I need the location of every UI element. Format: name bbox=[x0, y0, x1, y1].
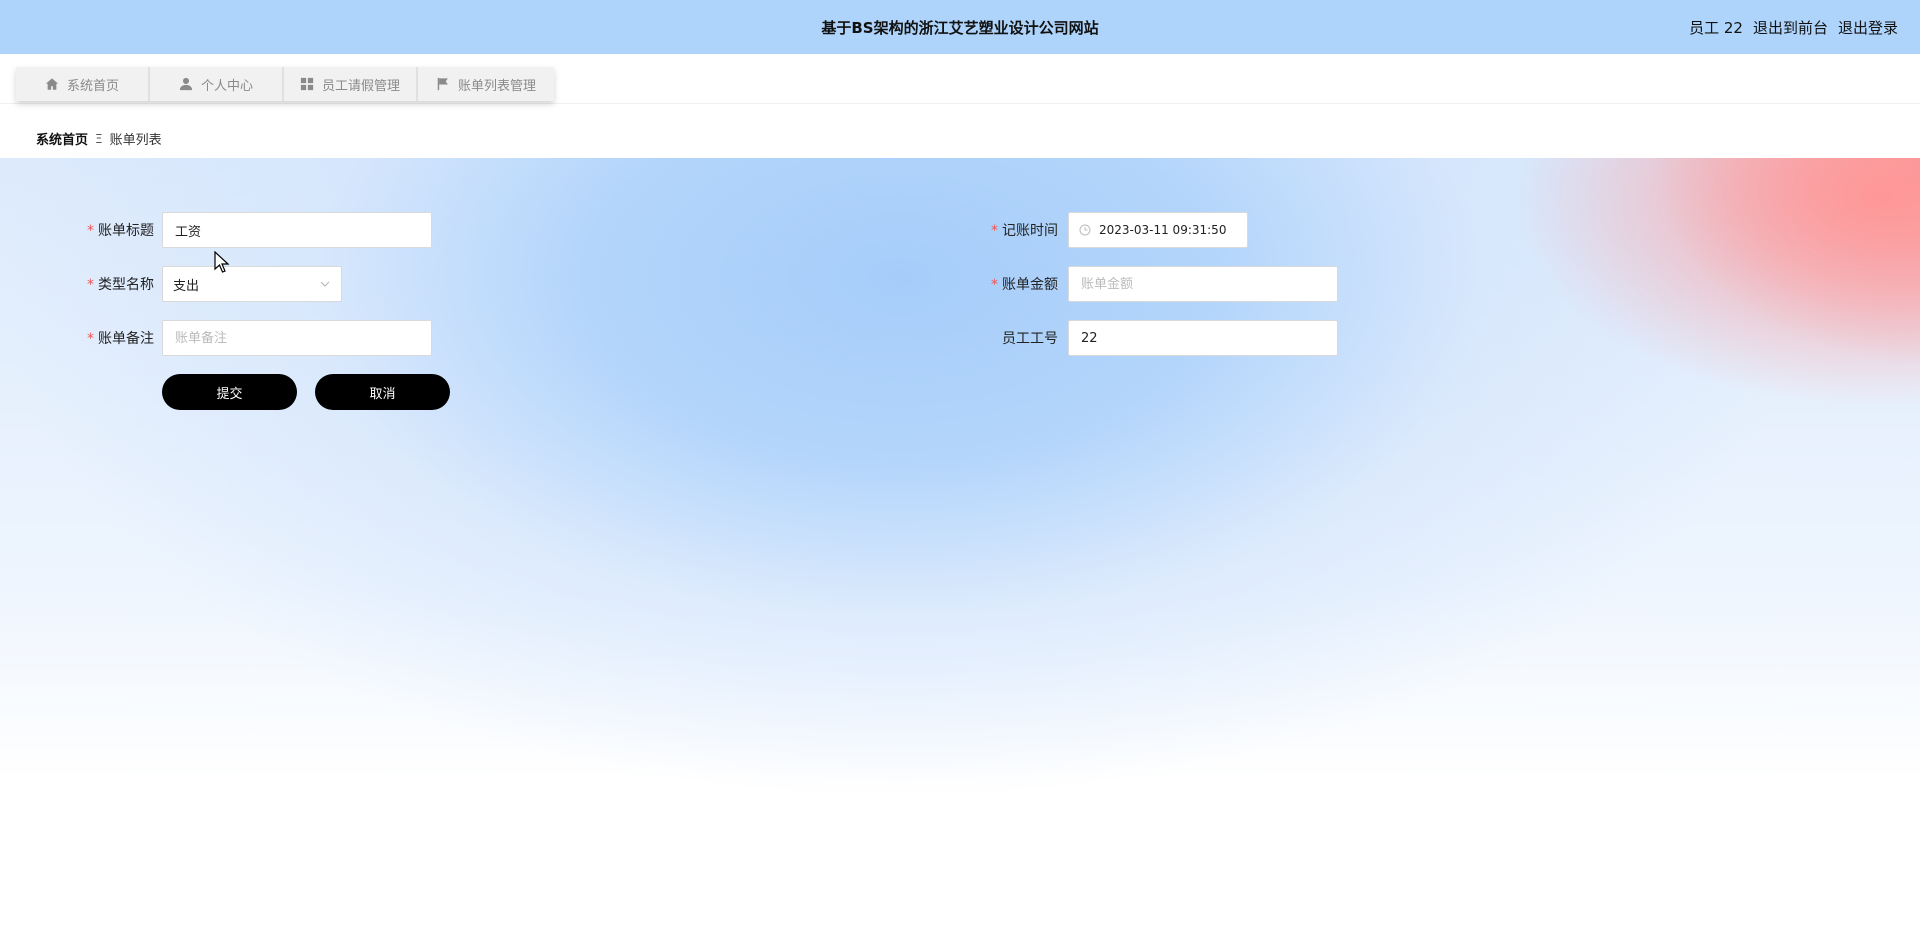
site-title: 基于BS架构的浙江艾艺塑业设计公司网站 bbox=[821, 19, 1099, 37]
nav-tabs: 系统首页 个人中心 员工请假管理 账单列表管理 bbox=[16, 67, 554, 101]
staff-id-row: 员工工号 bbox=[984, 320, 1338, 356]
amount-label: * 账单金额 bbox=[991, 277, 1058, 293]
tab-home-label: 系统首页 bbox=[66, 78, 119, 94]
tab-personal-center[interactable]: 个人中心 bbox=[150, 67, 284, 101]
tab-home[interactable]: 系统首页 bbox=[16, 67, 150, 101]
tab-bill-management-label: 账单列表管理 bbox=[457, 78, 536, 94]
breadcrumb-separator: Ξ bbox=[95, 131, 103, 146]
type-select[interactable]: 支出 bbox=[162, 266, 342, 302]
staff-id-input[interactable] bbox=[1068, 320, 1338, 356]
cancel-button[interactable]: 取消 bbox=[315, 374, 450, 410]
clock-icon bbox=[1079, 224, 1091, 236]
mouse-cursor-icon bbox=[214, 251, 230, 273]
type-select-value: 支出 bbox=[173, 278, 200, 294]
record-time-value: 2023-03-11 09:31:50 bbox=[1099, 223, 1227, 237]
record-time-row: * 记账时间 2023-03-11 09:31:50 bbox=[984, 212, 1248, 248]
staff-id-label: 员工工号 bbox=[1002, 331, 1058, 347]
back-to-front-link[interactable]: 退出到前台 bbox=[1753, 17, 1828, 38]
record-time-label: * 记账时间 bbox=[991, 223, 1058, 239]
bill-title-input[interactable] bbox=[162, 212, 432, 248]
type-row: * 类型名称 支出 bbox=[84, 266, 342, 302]
home-icon bbox=[45, 78, 59, 90]
breadcrumb-current: 账单列表 bbox=[109, 133, 162, 148]
breadcrumb: 系统首页 Ξ 账单列表 bbox=[36, 129, 162, 149]
user-icon bbox=[179, 77, 193, 91]
bill-title-row: * 账单标题 bbox=[84, 212, 432, 248]
note-row: * 账单备注 bbox=[84, 320, 432, 356]
amount-input[interactable] bbox=[1068, 266, 1338, 302]
breadcrumb-home[interactable]: 系统首页 bbox=[36, 129, 88, 148]
submit-button[interactable]: 提交 bbox=[162, 374, 297, 410]
note-input[interactable] bbox=[162, 320, 432, 356]
note-label: * 账单备注 bbox=[87, 331, 154, 347]
bill-title-label: * 账单标题 bbox=[87, 223, 154, 239]
tab-leave-management-label: 员工请假管理 bbox=[321, 78, 400, 94]
tab-personal-center-label: 个人中心 bbox=[200, 78, 253, 94]
tab-bill-management[interactable]: 账单列表管理 bbox=[418, 67, 554, 101]
flag-icon bbox=[437, 77, 448, 91]
logout-link[interactable]: 退出登录 bbox=[1838, 17, 1898, 38]
type-label: * 类型名称 bbox=[87, 277, 154, 293]
grid-icon bbox=[300, 77, 314, 91]
top-header: 基于BS架构的浙江艾艺塑业设计公司网站 员工 22 退出到前台 退出登录 bbox=[0, 0, 1920, 54]
amount-row: * 账单金额 bbox=[984, 266, 1338, 302]
record-time-picker[interactable]: 2023-03-11 09:31:50 bbox=[1068, 212, 1248, 248]
user-area: 员工 22 退出到前台 退出登录 bbox=[1689, 17, 1898, 38]
chevron-down-icon bbox=[320, 281, 330, 287]
current-user-label: 员工 22 bbox=[1689, 19, 1743, 37]
tab-leave-management[interactable]: 员工请假管理 bbox=[284, 67, 418, 101]
nav-bar: 系统首页 个人中心 员工请假管理 账单列表管理 bbox=[0, 54, 1920, 104]
